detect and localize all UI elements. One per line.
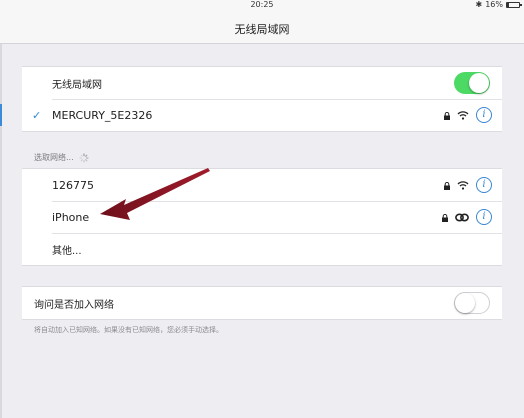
other-network-row[interactable]: 其他...: [22, 233, 502, 265]
wifi-icon: [457, 110, 469, 120]
left-edge-divider: [0, 44, 2, 418]
ask-join-toggle[interactable]: [454, 292, 490, 314]
nav-bar: 无线局域网: [0, 12, 524, 44]
choose-network-header: 选取网络...: [34, 152, 89, 163]
network-name: iPhone: [52, 210, 90, 224]
checkmark-icon: ✓: [32, 108, 42, 122]
network-accessories: i: [444, 177, 492, 193]
connected-network-name: MERCURY_5E2326: [52, 108, 153, 122]
info-icon[interactable]: i: [476, 107, 492, 123]
lock-icon: [442, 213, 448, 222]
spinner-icon: [79, 152, 89, 163]
wifi-group: 无线局域网 ✓ MERCURY_5E2326 i: [22, 66, 502, 132]
status-right: ✱ 16%: [475, 0, 522, 10]
connected-network-row[interactable]: ✓ MERCURY_5E2326 i: [22, 99, 502, 131]
network-accessories: i: [442, 209, 492, 225]
ask-join-row: 询问是否加入网络: [22, 287, 502, 319]
battery-icon: [506, 2, 522, 8]
network-name: 126775: [52, 178, 94, 192]
wifi-toggle-label: 无线局域网: [52, 79, 102, 91]
other-network-label: 其他...: [52, 245, 82, 257]
battery-percent: 16%: [485, 0, 503, 9]
wifi-toggle-row: 无线局域网: [22, 67, 502, 99]
ask-join-label: 询问是否加入网络: [34, 299, 114, 311]
toggle-knob: [469, 73, 489, 93]
selected-marker: [0, 104, 2, 126]
info-icon[interactable]: i: [476, 177, 492, 193]
bluetooth-icon: ✱: [475, 0, 483, 9]
page-title: 无线局域网: [234, 23, 290, 36]
status-time: 20:25: [250, 0, 274, 9]
choose-network-label: 选取网络...: [34, 153, 74, 162]
network-row[interactable]: 126775 i: [22, 169, 502, 201]
ask-join-footer: 将自动加入已知网络。如果没有已知网络，您必须手动选择。: [34, 326, 223, 334]
lock-icon: [444, 111, 450, 120]
toggle-knob: [455, 293, 475, 313]
info-icon[interactable]: i: [476, 209, 492, 225]
networks-group: 126775 i iPhone i 其他...: [22, 168, 502, 266]
status-bar: 20:25 ✱ 16%: [0, 0, 524, 12]
wifi-toggle[interactable]: [454, 72, 490, 94]
network-accessories: i: [444, 107, 492, 123]
wifi-icon: [457, 180, 469, 190]
battery-fill: [507, 3, 509, 7]
network-row[interactable]: iPhone i: [22, 201, 502, 233]
lock-icon: [444, 181, 450, 190]
link-icon: [455, 212, 469, 222]
ask-join-group: 询问是否加入网络: [22, 286, 502, 320]
